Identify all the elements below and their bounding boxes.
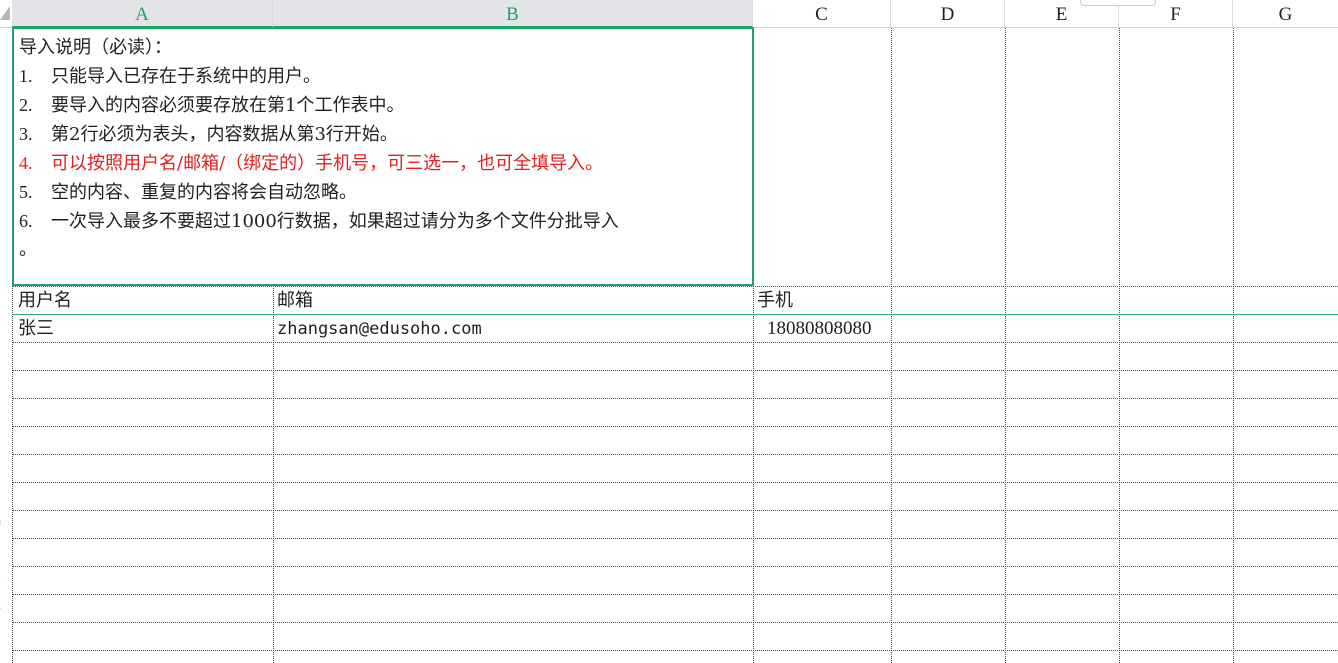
- instructions-merged-cell[interactable]: 导入说明（必读）： 1. 只能导入已存在于系统中的用户。 2. 要导入的内容必须要存…: [12, 27, 754, 286]
- data-cell-email[interactable]: zhangsan@edusoho.com: [277, 315, 482, 343]
- instruction-item: 6. 一次导入最多不要超过1000行数据，如果超过请分为多个文件分批导入: [19, 211, 619, 232]
- data-cell-username[interactable]: 张三: [18, 315, 54, 343]
- column-header-a[interactable]: A: [12, 0, 273, 28]
- column-header-g[interactable]: G: [1233, 0, 1338, 28]
- column-header-c[interactable]: C: [753, 0, 891, 28]
- header-cell-username[interactable]: 用户名: [18, 287, 72, 315]
- instruction-item: 3. 第2行必须为表头，内容数据从第3行开始。: [19, 124, 398, 145]
- row-header-stub[interactable]: 3: [0, 596, 12, 622]
- instruction-wrap-tail: 。: [19, 239, 37, 260]
- instruction-item: 2. 要导入的内容必须要存放在第1个工作表中。: [19, 95, 405, 116]
- instruction-item: 5. 空的内容、重复的内容将会自动忽略。: [19, 182, 357, 203]
- header-cell-email[interactable]: 邮箱: [277, 287, 313, 315]
- header-cell-phone[interactable]: 手机: [757, 287, 793, 315]
- column-header-b[interactable]: B: [273, 0, 753, 28]
- instruction-item: 1. 只能导入已存在于系统中的用户。: [19, 66, 321, 87]
- column-header-d[interactable]: D: [891, 0, 1005, 28]
- select-all-corner[interactable]: [0, 6, 10, 20]
- row-header-stub[interactable]: 0: [0, 512, 12, 538]
- column-header-bar: A B C D E F G: [0, 0, 1338, 28]
- data-cell-phone[interactable]: 18080808080: [767, 315, 872, 343]
- scroll-tab-stub[interactable]: [1080, 0, 1156, 6]
- instruction-item-highlight: 4. 可以按照用户名/邮箱/（绑定的）手机号，可三选一，也可全填导入。: [19, 153, 604, 174]
- instructions-title: 导入说明（必读）：: [19, 37, 172, 58]
- row-header-stub[interactable]: 2: [0, 568, 12, 594]
